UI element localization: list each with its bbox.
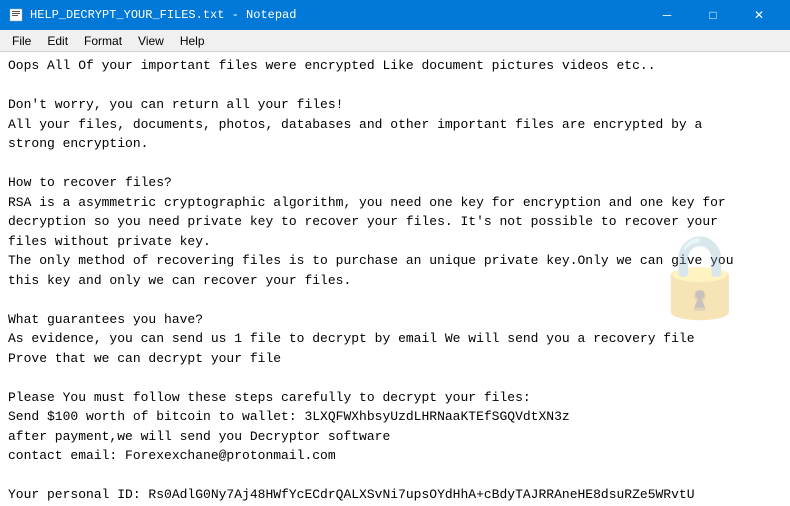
content-area[interactable]: 🔒 Oops All Of your important files were …: [0, 52, 790, 506]
menu-view[interactable]: View: [130, 32, 172, 50]
notepad-content: Oops All Of your important files were en…: [8, 56, 782, 506]
menu-file[interactable]: File: [4, 32, 39, 50]
menu-format[interactable]: Format: [76, 32, 130, 50]
menu-bar: File Edit Format View Help: [0, 30, 790, 52]
menu-edit[interactable]: Edit: [39, 32, 76, 50]
window-controls: ─ □ ✕: [644, 0, 782, 30]
title-bar: HELP_DECRYPT_YOUR_FILES.txt - Notepad ─ …: [0, 0, 790, 30]
minimize-button[interactable]: ─: [644, 0, 690, 30]
window-title: HELP_DECRYPT_YOUR_FILES.txt - Notepad: [30, 8, 296, 22]
notepad-icon: [8, 7, 24, 23]
close-button[interactable]: ✕: [736, 0, 782, 30]
title-bar-left: HELP_DECRYPT_YOUR_FILES.txt - Notepad: [8, 7, 296, 23]
maximize-button[interactable]: □: [690, 0, 736, 30]
menu-help[interactable]: Help: [172, 32, 213, 50]
